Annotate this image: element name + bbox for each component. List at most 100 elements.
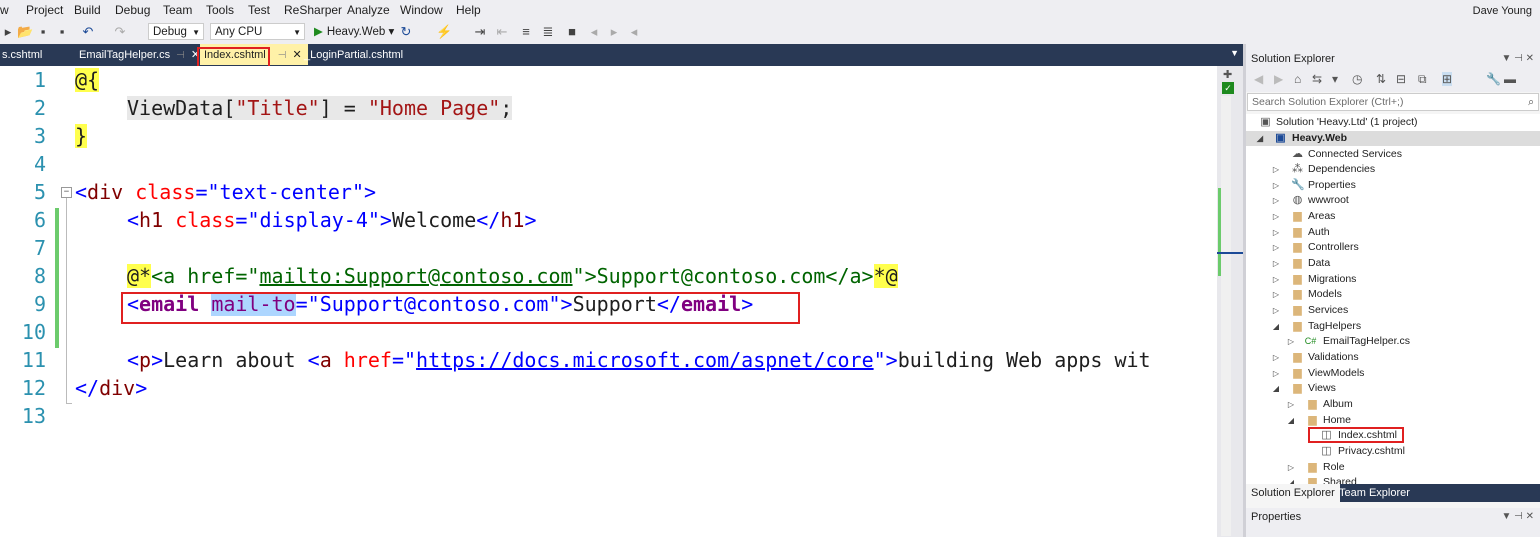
tree-item-privacy-cshtml[interactable]: ◫ Privacy.cshtml [1246, 444, 1540, 459]
expand-arrow-icon[interactable]: ▷ [1272, 287, 1280, 302]
navigate-icon[interactable]: ▸ [0, 24, 16, 40]
properties-icon[interactable]: 🔧 [1486, 72, 1501, 86]
expand-arrow-icon[interactable]: ▷ [1272, 272, 1280, 287]
expand-arrow-icon[interactable]: ▷ [1272, 193, 1280, 208]
tree-item-migrations[interactable]: ▷ ▆ Migrations [1246, 272, 1540, 287]
collapse-arrow-icon[interactable]: ◢ [1272, 319, 1280, 334]
browser-link-icon[interactable]: ⚡ [436, 24, 452, 40]
user-name[interactable]: Dave Young [1473, 5, 1532, 17]
pending-changes-icon[interactable]: ⇅ [1376, 72, 1386, 86]
split-icon[interactable]: ✚ [1223, 68, 1232, 81]
tree-item-viewmodels[interactable]: ▷ ▆ ViewModels [1246, 366, 1540, 381]
save-icon[interactable]: ▪ [35, 24, 51, 40]
collapse-toggle-icon[interactable]: − [61, 187, 72, 198]
tree-item-wwwroot[interactable]: ▷ ◍ wwwroot [1246, 193, 1540, 208]
expand-arrow-icon[interactable]: ▷ [1287, 397, 1295, 412]
tree-item-validations[interactable]: ▷ ▆ Validations [1246, 350, 1540, 365]
menu-build[interactable]: Build [74, 3, 101, 17]
search-icon[interactable]: ⌕ [1528, 94, 1534, 110]
tree-item-data[interactable]: ▷ ▆ Data [1246, 256, 1540, 271]
tree-item-role[interactable]: ▷ ▆ Role [1246, 460, 1540, 475]
tree-item-dependencies[interactable]: ▷ ⁂ Dependencies [1246, 162, 1540, 177]
tree-item-controllers[interactable]: ▷ ▆ Controllers [1246, 240, 1540, 255]
tree-item-views[interactable]: ◢ ▆ Views [1246, 381, 1540, 396]
clear-bookmarks-icon[interactable]: ◂ [626, 24, 642, 40]
expand-arrow-icon[interactable]: ▷ [1272, 178, 1280, 193]
comment-link[interactable]: mailto:Support@contoso.com [259, 264, 572, 288]
collapse-arrow-icon[interactable]: ◢ [1287, 413, 1295, 428]
expand-arrow-icon[interactable]: ▷ [1272, 162, 1280, 177]
comment-icon[interactable]: ≡ [518, 24, 534, 40]
solution-search-input[interactable]: Search Solution Explorer (Ctrl+;) ⌕ [1247, 93, 1539, 111]
tab-overflow-icon[interactable]: ▼ [1230, 48, 1239, 58]
start-debugging-button[interactable]: ▶ Heavy.Web ▾ [314, 24, 394, 38]
platform-select[interactable]: Any CPU ▼ [210, 23, 305, 40]
expand-arrow-icon[interactable]: ▷ [1272, 256, 1280, 271]
menu-window[interactable]: Window [400, 3, 443, 17]
tree-item-services[interactable]: ▷ ▆ Services [1246, 303, 1540, 318]
expand-arrow-icon[interactable]: ▷ [1287, 460, 1295, 475]
tree-item-emailtaghelper[interactable]: ▷ C# EmailTagHelper.cs [1246, 334, 1540, 349]
configuration-select[interactable]: Debug ▼ [148, 23, 204, 40]
tab-s-cshtml[interactable]: s.cshtml [2, 44, 42, 65]
step-icon[interactable]: ⇥ [472, 24, 488, 40]
undo-icon[interactable]: ↶ [80, 24, 96, 40]
editor-scrollbar[interactable]: ✚ ✓ [1217, 66, 1243, 537]
minus-icon[interactable]: ▬ [1504, 72, 1516, 86]
close-icon[interactable]: ✕ [292, 49, 301, 61]
tree-item-models[interactable]: ▷ ▆ Models [1246, 287, 1540, 302]
tree-item-auth[interactable]: ▷ ▆ Auth [1246, 225, 1540, 240]
panel-controls[interactable]: ▼ ⊣ ✕ [1501, 511, 1534, 522]
menu-project[interactable]: Project [26, 3, 63, 17]
expand-arrow-icon[interactable]: ▷ [1272, 350, 1280, 365]
collapse-arrow-icon[interactable]: ◢ [1256, 131, 1264, 146]
uncomment-icon[interactable]: ≣ [540, 24, 556, 40]
tree-item-areas[interactable]: ▷ ▆ Areas [1246, 209, 1540, 224]
code-link[interactable]: https://docs.microsoft.com/aspnet/core [416, 348, 874, 372]
expand-arrow-icon[interactable]: ◢ [1287, 475, 1295, 484]
sync-icon[interactable]: ⇆ [1312, 72, 1322, 86]
preview-icon[interactable]: ⊞ [1442, 72, 1453, 86]
expand-arrow-icon[interactable]: ▷ [1287, 334, 1295, 349]
expand-arrow-icon[interactable]: ▷ [1272, 303, 1280, 318]
tree-item-taghelpers[interactable]: ◢ ▆ TagHelpers [1246, 319, 1540, 334]
menu-debug[interactable]: Debug [115, 3, 150, 17]
tab-email-tag-helper[interactable]: EmailTagHelper.cs ⊣ ✕ [79, 44, 200, 65]
pin-icon[interactable]: ⊣ [176, 50, 185, 61]
step-out-icon[interactable]: ⇤ [494, 24, 510, 40]
tree-item-heavy-web[interactable]: ◢ ▣ Heavy.Web [1246, 131, 1540, 146]
menu-test[interactable]: Test [248, 3, 270, 17]
tree-item-connected-services[interactable]: ☁ Connected Services [1246, 147, 1540, 162]
show-all-files-icon[interactable]: ⧉ [1418, 72, 1427, 87]
collapse-all-icon[interactable]: ⊟ [1396, 72, 1406, 86]
tree-item-shared[interactable]: ◢ ▆ Shared [1246, 475, 1540, 484]
redo-icon[interactable]: ↷ [112, 24, 128, 40]
expand-arrow-icon[interactable]: ▷ [1272, 225, 1280, 240]
menu-tools[interactable]: Tools [206, 3, 234, 17]
code-editor[interactable]: 1 2 3 4 5 6 7 8 9 10 11 12 13 − @{ ViewD… [0, 66, 1217, 537]
tree-item-album[interactable]: ▷ ▆ Album [1246, 397, 1540, 412]
tree-item-solution[interactable]: ▣ Solution 'Heavy.Ltd' (1 project) [1246, 115, 1540, 130]
menu-resharper[interactable]: ReSharper [284, 3, 342, 17]
history-icon[interactable]: ◷ [1352, 72, 1362, 86]
tab-solution-explorer[interactable]: Solution Explorer [1246, 484, 1340, 502]
next-bookmark-icon[interactable]: ▸ [606, 24, 622, 40]
tab-team-explorer[interactable]: Team Explorer [1334, 484, 1415, 502]
pin-icon[interactable]: ⊣ [278, 50, 287, 61]
scroll-track[interactable] [1221, 96, 1231, 536]
expand-arrow-icon[interactable]: ▷ [1272, 209, 1280, 224]
expand-arrow-icon[interactable]: ▷ [1272, 240, 1280, 255]
open-icon[interactable]: 📂 [17, 24, 33, 40]
expand-arrow-icon[interactable]: ▷ [1272, 366, 1280, 381]
collapse-arrow-icon[interactable]: ◢ [1272, 381, 1280, 396]
dropdown-icon[interactable]: ▾ [1332, 72, 1338, 86]
menu-analyze[interactable]: Analyze [347, 3, 390, 17]
home-icon[interactable]: ⌂ [1294, 72, 1301, 86]
bookmark-icon[interactable]: ■ [564, 24, 580, 40]
panel-controls[interactable]: ▼ ⊣ ✕ [1501, 50, 1534, 68]
menu-team[interactable]: Team [163, 3, 192, 17]
back-icon[interactable]: ◀ [1254, 72, 1263, 86]
menu-help[interactable]: Help [456, 3, 481, 17]
prev-bookmark-icon[interactable]: ◂ [586, 24, 602, 40]
save-all-icon[interactable]: ▪ [54, 24, 70, 40]
